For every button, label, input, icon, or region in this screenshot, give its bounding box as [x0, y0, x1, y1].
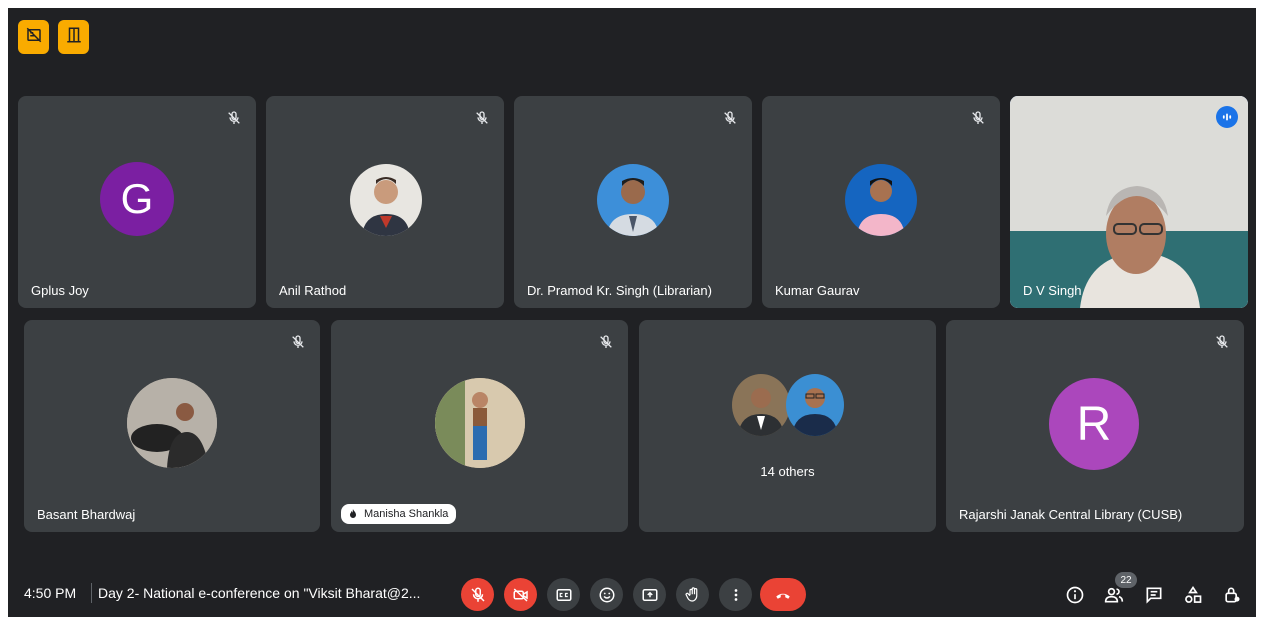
participant-video — [1010, 96, 1248, 308]
no-recording-icon — [25, 26, 43, 49]
people-button[interactable] — [1102, 583, 1126, 607]
participant-name: Gplus Joy — [31, 283, 89, 298]
avatar — [127, 378, 217, 468]
info-icon — [1066, 586, 1084, 604]
participant-name: Dr. Pramod Kr. Singh (Librarian) — [527, 283, 712, 298]
muted-mic-icon — [288, 332, 308, 352]
camera-toggle-button[interactable] — [504, 578, 537, 611]
muted-mic-icon — [968, 108, 988, 128]
avatar: R — [1049, 378, 1139, 470]
shapes-icon — [1185, 585, 1202, 603]
participant-name: Rajarshi Janak Central Library (CUSB) — [959, 507, 1183, 522]
top-badges — [18, 20, 89, 54]
people-icon — [1104, 587, 1124, 603]
participant-tile-gplus-joy[interactable]: G Gplus Joy — [18, 96, 256, 308]
hand-icon — [685, 586, 697, 602]
lock-person-icon — [1225, 587, 1240, 603]
avatar-letter: G — [120, 175, 154, 222]
participant-name: D V Singh — [1023, 283, 1082, 298]
activities-button[interactable] — [1181, 583, 1205, 607]
muted-mic-icon — [720, 108, 740, 128]
camera-off-icon — [513, 587, 528, 602]
captions-button[interactable] — [547, 578, 580, 611]
presenter-name-pill: Manisha Shankla — [341, 504, 457, 524]
mic-off-icon — [470, 586, 485, 602]
bottom-control-bar: 4:50 PM Day 2- National e-conference on … — [8, 568, 1256, 617]
participant-tile-anil-rathod[interactable]: Anil Rathod — [266, 96, 504, 308]
present-icon — [642, 588, 657, 601]
others-count-label: 14 others — [760, 464, 815, 479]
speaking-indicator-icon — [1216, 106, 1238, 128]
end-call-icon — [776, 593, 790, 599]
meeting-title: Day 2- National e-conference on "Viksit … — [98, 585, 421, 601]
raise-hand-button[interactable] — [676, 578, 709, 611]
meeting-info-button[interactable] — [1063, 583, 1087, 607]
muted-mic-icon — [472, 108, 492, 128]
mic-toggle-button[interactable] — [461, 578, 494, 611]
meeting-window: G Gplus Joy Anil Rathod Dr. Pramod Kr. S… — [8, 8, 1256, 617]
more-vert-icon — [734, 588, 737, 601]
reactions-button[interactable] — [590, 578, 623, 611]
present-screen-button[interactable] — [633, 578, 666, 611]
companion-mode-badge[interactable] — [58, 20, 89, 54]
companion-mode-icon — [65, 26, 83, 49]
avatar — [597, 164, 669, 236]
muted-mic-icon — [224, 108, 244, 128]
avatar — [435, 378, 525, 468]
leave-call-button[interactable] — [760, 578, 806, 611]
chat-button[interactable] — [1142, 583, 1166, 607]
closed-captions-icon — [556, 588, 571, 601]
emoji-icon — [599, 587, 614, 602]
participant-tile-others[interactable]: 14 others — [639, 320, 936, 532]
muted-mic-icon — [596, 332, 616, 352]
participant-tile-pramod-singh[interactable]: Dr. Pramod Kr. Singh (Librarian) — [514, 96, 752, 308]
participant-tile-dv-singh[interactable]: D V Singh — [1010, 96, 1248, 308]
no-recording-badge[interactable] — [18, 20, 49, 54]
participant-name: Anil Rathod — [279, 283, 347, 298]
participant-name: Basant Bhardwaj — [37, 507, 136, 522]
host-controls-button[interactable] — [1220, 583, 1244, 607]
hand-raise-icon — [350, 509, 356, 518]
meeting-time: 4:50 PM — [24, 585, 77, 601]
chat-icon — [1146, 587, 1162, 604]
avatar — [786, 374, 844, 436]
avatar-letter: R — [1076, 397, 1112, 451]
avatar — [732, 374, 790, 436]
divider — [91, 583, 92, 603]
participant-tile-kumar-gaurav[interactable]: Kumar Gaurav — [762, 96, 1000, 308]
muted-mic-icon — [1212, 332, 1232, 352]
participant-tile-manisha-shankla[interactable]: Manisha Shankla — [331, 320, 628, 532]
participant-tile-basant-bhardwaj[interactable]: Basant Bhardwaj — [24, 320, 320, 532]
more-options-button[interactable] — [719, 578, 752, 611]
participant-name: Manisha Shankla — [364, 508, 449, 520]
participant-name: Kumar Gaurav — [775, 283, 860, 298]
avatar: G — [100, 162, 174, 236]
avatar — [845, 164, 917, 236]
participant-tile-rajarshi-library[interactable]: R Rajarshi Janak Central Library (CUSB) — [946, 320, 1244, 532]
avatar — [350, 164, 422, 236]
